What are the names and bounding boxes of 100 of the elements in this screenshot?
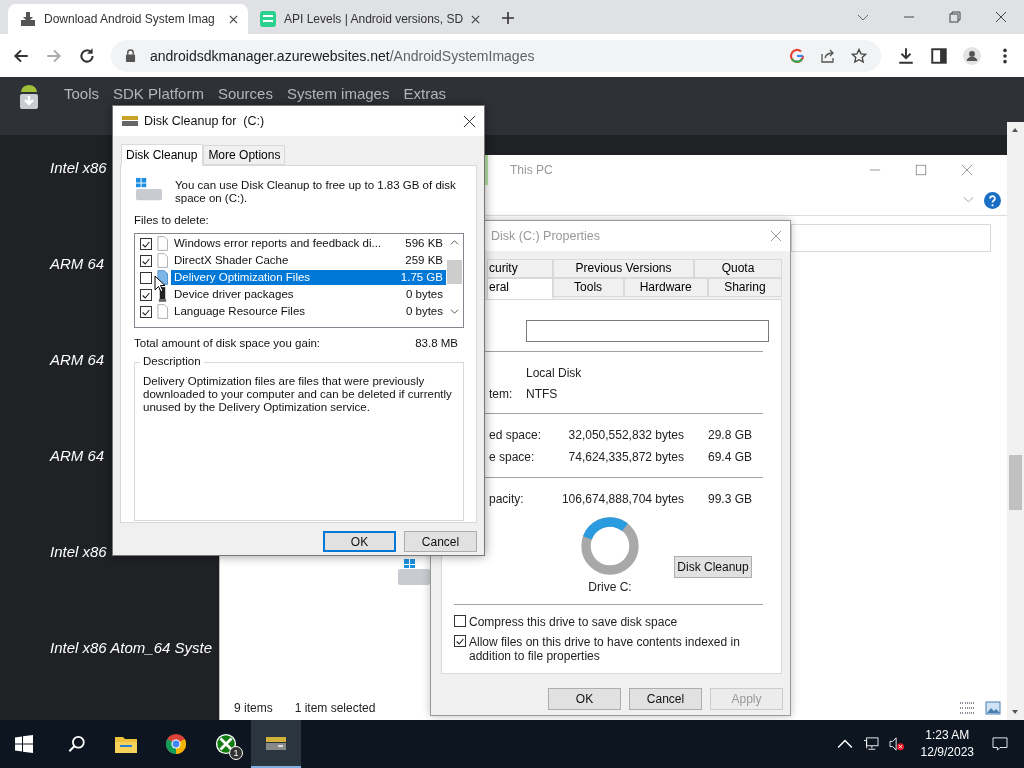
dialog-button[interactable]: Cancel — [404, 531, 477, 552]
checkbox-label: Compress this drive to save disk space — [469, 615, 679, 629]
restore-icon[interactable] — [948, 10, 962, 24]
file-row[interactable]: Device driver packages 0 bytes — [171, 287, 446, 302]
checkbox[interactable] — [454, 635, 466, 647]
file-row[interactable]: DirectX Shader Cache 259 KB — [171, 253, 446, 268]
clock-time[interactable]: 1:23 AM — [925, 727, 970, 744]
nav-link[interactable]: System images — [286, 86, 390, 101]
search-icon[interactable] — [68, 735, 86, 753]
byte-count: 106,674,888,704 bytes — [560, 492, 684, 506]
google-icon[interactable] — [789, 47, 805, 64]
dialog-tab[interactable]: eral — [487, 278, 553, 299]
api-icon — [260, 11, 276, 27]
dialog-tab[interactable]: More Options — [203, 145, 286, 165]
byte-count: 32,050,552,832 bytes — [567, 428, 684, 442]
field-label: e space: — [489, 450, 536, 464]
drive-icon — [134, 177, 164, 203]
profile-icon[interactable] — [963, 46, 981, 65]
dialog-button[interactable]: Cancel — [629, 688, 702, 710]
checkbox[interactable] — [140, 237, 152, 250]
tab-title: Download Android System Imag — [44, 12, 216, 26]
size-value: 29.8 GB — [708, 428, 753, 442]
scroll-thumb[interactable] — [447, 260, 462, 284]
star-icon[interactable] — [851, 47, 867, 64]
group-label: Description — [140, 355, 204, 367]
intro-text: You can use Disk Cleanup to free up to 1.83 GB of disk space on (C:). — [175, 178, 457, 205]
browser-tab[interactable]: Download Android System Imag — [8, 4, 248, 34]
field-label: tem: — [489, 386, 514, 401]
file-system-value: NTFS — [526, 386, 558, 401]
volume-muted-icon[interactable] — [888, 737, 905, 751]
tiles-view-icon[interactable] — [985, 701, 1001, 715]
cleanup-app-icon — [121, 114, 139, 128]
browser-tab[interactable]: API Levels | Android versions, SD — [248, 4, 488, 34]
status-text: 1 item selected — [294, 701, 376, 715]
xbox-icon — [214, 733, 238, 755]
taskbar-app[interactable]: 1 — [201, 720, 251, 768]
dialog-tab[interactable]: Disk Cleanup — [121, 144, 204, 166]
dialog-title: Disk (C:) Properties — [491, 229, 601, 243]
close-icon[interactable] — [994, 10, 1008, 24]
description-text: Delivery Optimization files are files that were previously downloaded to your computer and can be deleted if currently unused by the Delivery Optimization service. — [143, 375, 453, 414]
checkbox-label: Allow files on this drive to have contents indexed in addition to file properties — [469, 635, 741, 663]
nav-link[interactable]: Tools — [64, 86, 100, 101]
file-icon — [157, 236, 168, 251]
address-bar[interactable]: androidsdkmanager.azurewebsites.net/AndroidSystemImages — [111, 39, 881, 72]
checkbox[interactable] — [140, 288, 152, 301]
windows-start-icon[interactable] — [15, 735, 33, 753]
field-label: pacity: — [489, 492, 525, 506]
nav-link[interactable]: Sources — [217, 86, 273, 101]
android-download-icon[interactable] — [18, 84, 40, 110]
dialog-tab[interactable]: curity — [487, 259, 553, 278]
details-view-icon[interactable] — [959, 701, 975, 715]
taskbar-app[interactable] — [251, 720, 301, 768]
section-label: Files to delete: — [134, 214, 210, 226]
clock-date[interactable]: 12/9/2023 — [920, 744, 974, 761]
scroll-thumb[interactable] — [1009, 455, 1022, 510]
mouse-cursor-icon — [154, 275, 166, 293]
nav-link[interactable]: SDK Platform — [113, 86, 204, 101]
dialog-button[interactable]: OK — [323, 531, 396, 552]
total-value: 83.8 MB — [415, 337, 458, 349]
file-row[interactable]: Language Resource Files 0 bytes — [171, 304, 446, 319]
close-icon[interactable] — [463, 114, 476, 128]
dialog-tab[interactable]: Previous Versions — [552, 259, 695, 278]
help-icon[interactable] — [984, 191, 1001, 209]
scroll-down-icon[interactable] — [450, 308, 459, 315]
dialog-tab[interactable]: Quota — [694, 259, 782, 278]
disk-cleanup-button[interactable]: Disk Cleanup — [674, 556, 752, 578]
checkbox[interactable] — [140, 254, 152, 267]
notification-badge: 1 — [229, 746, 243, 760]
scrollbar[interactable] — [1007, 122, 1024, 720]
lock-icon — [125, 49, 136, 62]
close-icon[interactable] — [471, 14, 481, 24]
close-icon[interactable] — [229, 14, 238, 24]
share-icon[interactable] — [820, 47, 836, 64]
download-icon[interactable] — [897, 46, 915, 65]
network-icon[interactable] — [862, 737, 879, 751]
window-title: This PC — [510, 163, 553, 177]
file-row[interactable]: Windows error reports and feedback di... 596 KB — [171, 236, 446, 251]
size-value: 69.4 GB — [708, 450, 753, 464]
dialog-tab[interactable]: Hardware — [623, 278, 708, 297]
byte-count: 74,624,335,872 bytes — [567, 450, 684, 464]
file-row[interactable]: Delivery Optimization Files 1.75 GB — [171, 270, 446, 285]
checkbox[interactable] — [140, 271, 152, 284]
dialog-title: Disk Cleanup for (C:) — [144, 114, 265, 128]
maximize-icon[interactable] — [915, 164, 927, 176]
total-label: Total amount of disk space you gain: — [134, 337, 321, 349]
chevron-up-icon[interactable] — [836, 737, 853, 751]
nav-link[interactable]: Extras — [403, 86, 446, 101]
menu-icon[interactable] — [1002, 46, 1008, 65]
search-field[interactable] — [791, 224, 991, 252]
dialog-tab[interactable]: Tools — [552, 278, 624, 297]
checkbox[interactable] — [140, 305, 152, 318]
notification-icon[interactable] — [992, 737, 1008, 751]
dialog-button[interactable]: OK — [548, 688, 621, 710]
drive-name-field[interactable] — [526, 320, 769, 342]
dialog-tab[interactable]: Sharing — [707, 278, 782, 297]
reload-icon[interactable] — [78, 46, 96, 65]
scroll-up-icon[interactable] — [450, 239, 459, 246]
checkbox[interactable] — [454, 615, 466, 627]
chrome-icon — [164, 733, 188, 755]
side-panel-icon[interactable] — [930, 46, 948, 65]
